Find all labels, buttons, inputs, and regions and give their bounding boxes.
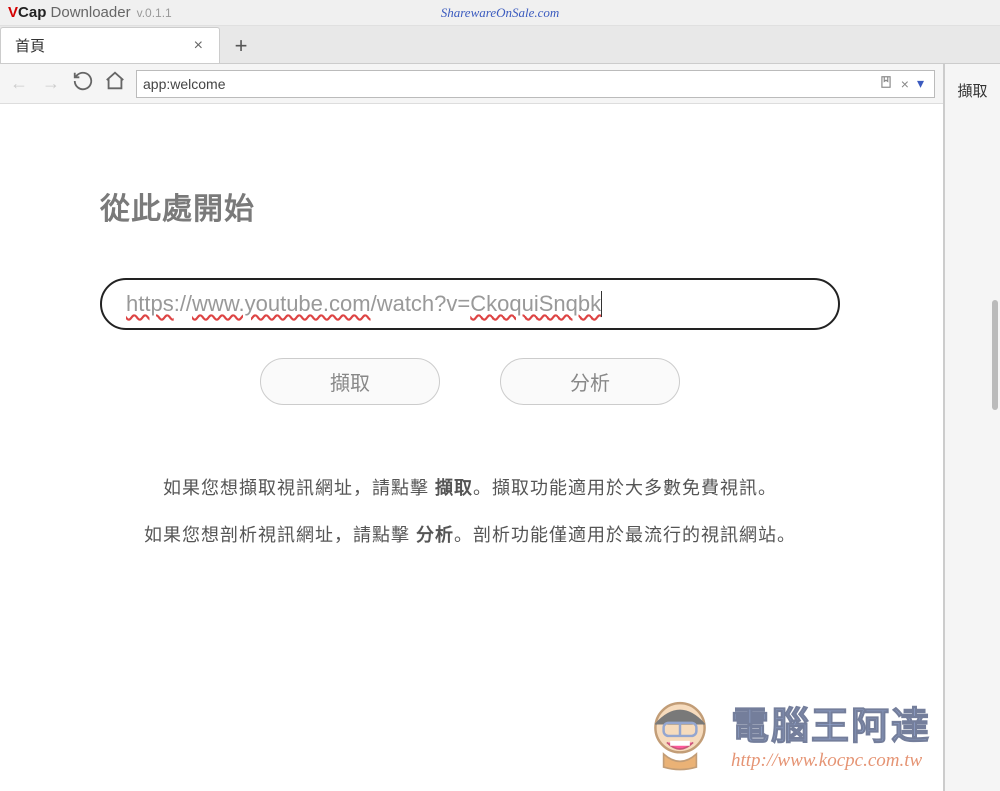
- titlebar: VCap Downloader v.0.1.1 SharewareOnSale.…: [0, 0, 1000, 26]
- back-button[interactable]: ←: [8, 73, 30, 94]
- promo-link[interactable]: SharewareOnSale.com: [350, 5, 650, 21]
- right-sidebar: 擷取: [944, 64, 1000, 791]
- address-bar[interactable]: × ▾: [136, 70, 935, 98]
- welcome-page: 從此處開始 https://www.youtube.com/watch?v=Ck…: [0, 104, 943, 791]
- reload-button[interactable]: [72, 70, 94, 97]
- url-input-text: https: [126, 291, 174, 317]
- capture-button[interactable]: 擷取: [260, 358, 440, 405]
- app-version: v.0.1.1: [137, 6, 172, 20]
- logo-downloader: Downloader: [51, 4, 131, 21]
- tabbar: 首頁 × +: [0, 26, 1000, 64]
- watermark: 電腦王阿達 http://www.kocpc.com.tw: [639, 690, 931, 777]
- watermark-face-icon: [639, 690, 721, 777]
- bookmark-icon[interactable]: [875, 75, 897, 92]
- page-title: 從此處開始: [100, 184, 840, 228]
- new-tab-button[interactable]: +: [224, 29, 258, 63]
- sidebar-capture-button[interactable]: 擷取: [953, 74, 991, 107]
- tab-label: 首頁: [15, 35, 45, 56]
- address-input[interactable]: [143, 76, 875, 92]
- description: 如果您想擷取視訊網址，請點擊 擷取。擷取功能適用於大多數免費視訊。 如果您想剖析…: [100, 465, 840, 559]
- close-icon[interactable]: ×: [190, 35, 207, 57]
- app-logo: VCap Downloader: [8, 4, 131, 21]
- navbar: ← → × ▾: [0, 64, 943, 104]
- logo-cap: Cap: [18, 4, 46, 21]
- desc-line-2: 如果您想剖析視訊網址，請點擊 分析。剖析功能僅適用於最流行的視訊網站。: [100, 512, 840, 559]
- scrollbar-thumb[interactable]: [992, 300, 998, 410]
- desc-line-1: 如果您想擷取視訊網址，請點擊 擷取。擷取功能適用於大多數免費視訊。: [100, 465, 840, 512]
- watermark-url: http://www.kocpc.com.tw: [731, 750, 922, 772]
- tab-home[interactable]: 首頁 ×: [0, 27, 220, 63]
- clear-icon[interactable]: ×: [897, 76, 913, 92]
- logo-v: V: [8, 4, 18, 21]
- home-button[interactable]: [104, 70, 126, 97]
- url-input[interactable]: https://www.youtube.com/watch?v=CkoquiSn…: [100, 278, 840, 330]
- forward-button[interactable]: →: [40, 73, 62, 94]
- chevron-down-icon[interactable]: ▾: [913, 75, 928, 92]
- analyze-button[interactable]: 分析: [500, 358, 680, 405]
- watermark-title: 電腦王阿達: [731, 695, 931, 750]
